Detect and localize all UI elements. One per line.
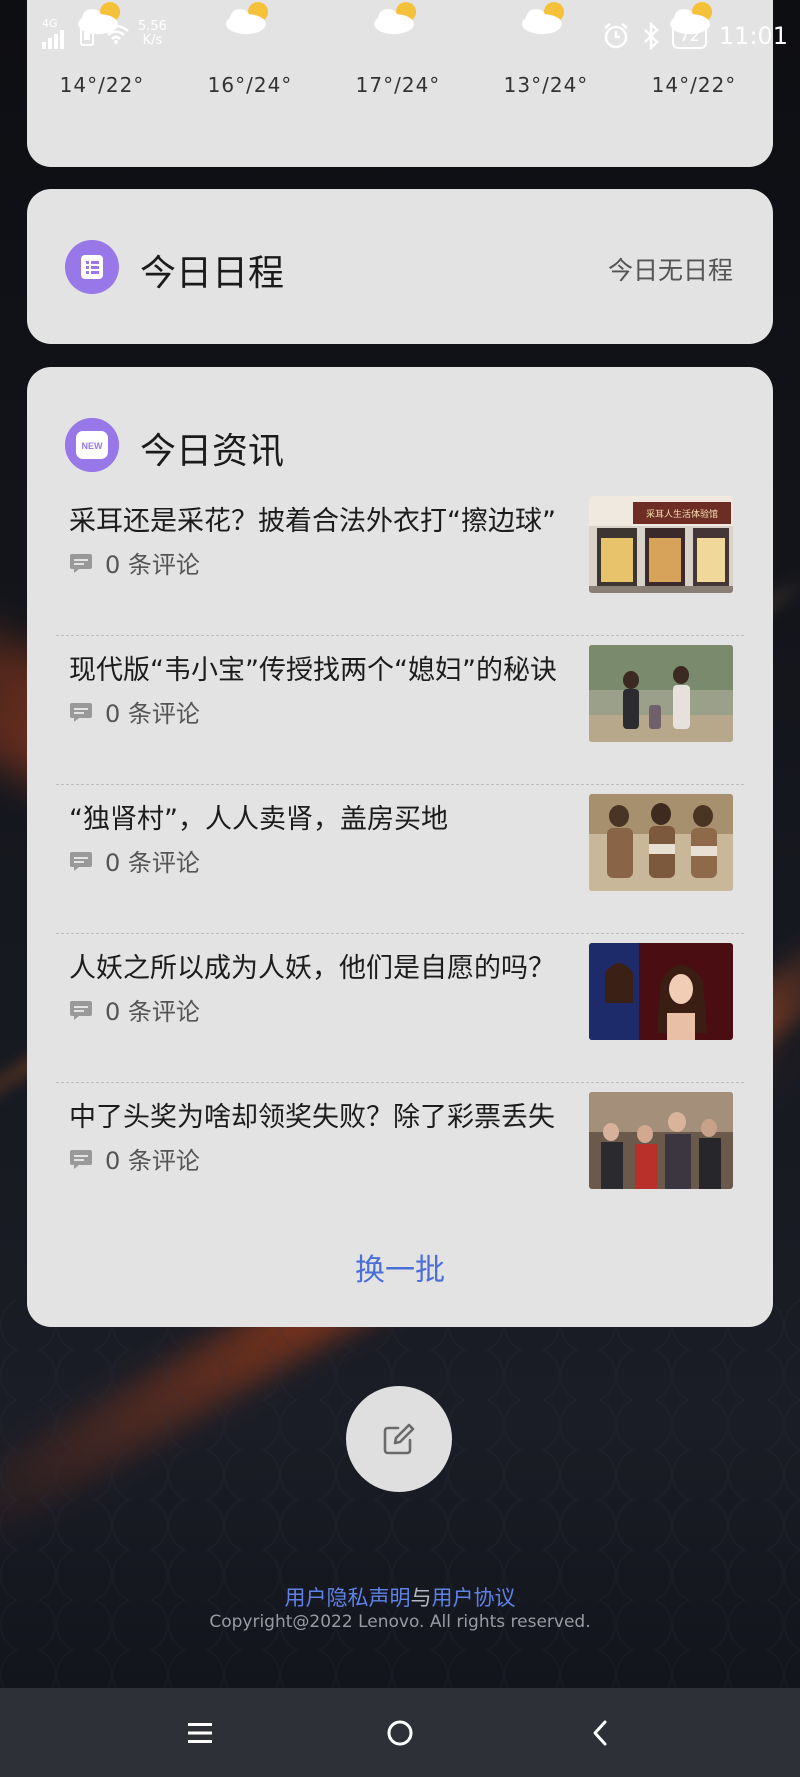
news-item-title: 采耳还是采花？披着合法外衣打“擦边球” — [69, 506, 556, 537]
news-thumbnail — [589, 943, 733, 1040]
footer-links: 用户隐私声明与用户协议 — [0, 1582, 800, 1612]
thumb-sign-text: 采耳人生活体验馆 — [646, 508, 718, 519]
comment-count: 0 条评论 — [105, 700, 200, 728]
news-item-meta: 0 条评论 — [69, 843, 200, 878]
news-badge-text: NEW — [82, 441, 104, 451]
schedule-title: 今日日程 — [140, 253, 285, 294]
menu-icon — [188, 1723, 212, 1743]
comment-icon — [70, 851, 92, 871]
news-item-meta: 0 条评论 — [69, 694, 200, 729]
menu-button[interactable] — [175, 1708, 225, 1758]
comment-count: 0 条评论 — [105, 551, 200, 579]
news-thumbnail — [589, 794, 733, 891]
comment-count: 0 条评论 — [105, 1147, 200, 1175]
user-agreement-link[interactable]: 用户协议 — [432, 1586, 516, 1610]
copyright-text: Copyright@2022 Lenovo. All rights reserv… — [209, 1612, 591, 1632]
schedule-list-icon — [65, 240, 119, 294]
wifi-icon — [103, 24, 129, 44]
news-card: NEW 今日资讯 采耳还是采花？披着合法外衣打“擦边球” 0 条评论 采耳人生活… — [27, 367, 773, 1327]
signal-icon — [42, 30, 64, 49]
news-thumbnail — [589, 645, 733, 742]
bluetooth-icon — [644, 22, 660, 50]
news-item[interactable]: 采耳还是采花？披着合法外衣打“擦边球” 0 条评论 采耳人生活体验馆 — [56, 487, 744, 636]
navigation-bar — [0, 1688, 800, 1777]
news-title: 今日资讯 — [140, 431, 285, 472]
news-item-meta: 0 条评论 — [69, 1141, 200, 1176]
news-item-meta: 0 条评论 — [69, 545, 200, 580]
footer-and-text: 与 — [410, 1586, 432, 1610]
status-bar: 4G 5.56 K/s 72 11:01 — [0, 0, 800, 80]
news-item-title: “独肾村”，人人卖肾，盖房买地 — [69, 804, 448, 835]
news-item-title: 人妖之所以成为人妖，他们是自愿的吗？ — [69, 953, 555, 984]
net-speed: 5.56 K/s — [138, 18, 167, 48]
comment-count: 0 条评论 — [105, 998, 200, 1026]
news-item-meta: 0 条评论 — [69, 992, 200, 1027]
comment-icon — [70, 1000, 92, 1020]
news-list: 采耳还是采花？披着合法外衣打“擦边球” 0 条评论 采耳人生活体验馆 现代版“韦… — [56, 487, 744, 1231]
back-chevron-icon — [593, 1720, 607, 1746]
comment-count: 0 条评论 — [105, 849, 200, 877]
privacy-policy-link[interactable]: 用户隐私声明 — [285, 1586, 411, 1610]
schedule-status: 今日无日程 — [607, 256, 733, 285]
news-thumbnail: 采耳人生活体验馆 — [589, 496, 733, 593]
clock: 11:01 — [718, 22, 788, 50]
back-button[interactable] — [575, 1708, 625, 1758]
comment-icon — [70, 702, 92, 722]
news-item-title: 现代版“韦小宝”传授找两个“媳妇”的秘诀 — [69, 655, 557, 686]
news-thumbnail — [589, 1092, 733, 1189]
home-circle-icon — [387, 1720, 413, 1746]
edit-icon — [383, 1423, 415, 1455]
news-item[interactable]: 现代版“韦小宝”传授找两个“媳妇”的秘诀 0 条评论 — [56, 636, 744, 785]
news-item[interactable]: “独肾村”，人人卖肾，盖房买地 0 条评论 — [56, 785, 744, 934]
news-item[interactable]: 中了头奖为啥却领奖失败？除了彩票丢失 0 条评论 — [56, 1083, 744, 1231]
news-new-icon: NEW — [65, 418, 119, 472]
battery-indicator: 72 — [672, 23, 707, 49]
comment-icon — [70, 553, 92, 573]
network-type: 4G — [42, 17, 58, 30]
news-item-title: 中了头奖为啥却领奖失败？除了彩票丢失 — [69, 1102, 555, 1133]
home-button[interactable] — [375, 1708, 425, 1758]
refresh-news-button[interactable]: 换一批 — [27, 1245, 773, 1289]
schedule-card[interactable]: 今日日程 今日无日程 — [27, 189, 773, 344]
alarm-icon — [604, 23, 629, 49]
news-item[interactable]: 人妖之所以成为人妖，他们是自愿的吗？ 0 条评论 — [56, 934, 744, 1083]
edit-widgets-button[interactable] — [346, 1386, 452, 1492]
sim-icon — [80, 21, 94, 46]
comment-icon — [70, 1149, 92, 1169]
